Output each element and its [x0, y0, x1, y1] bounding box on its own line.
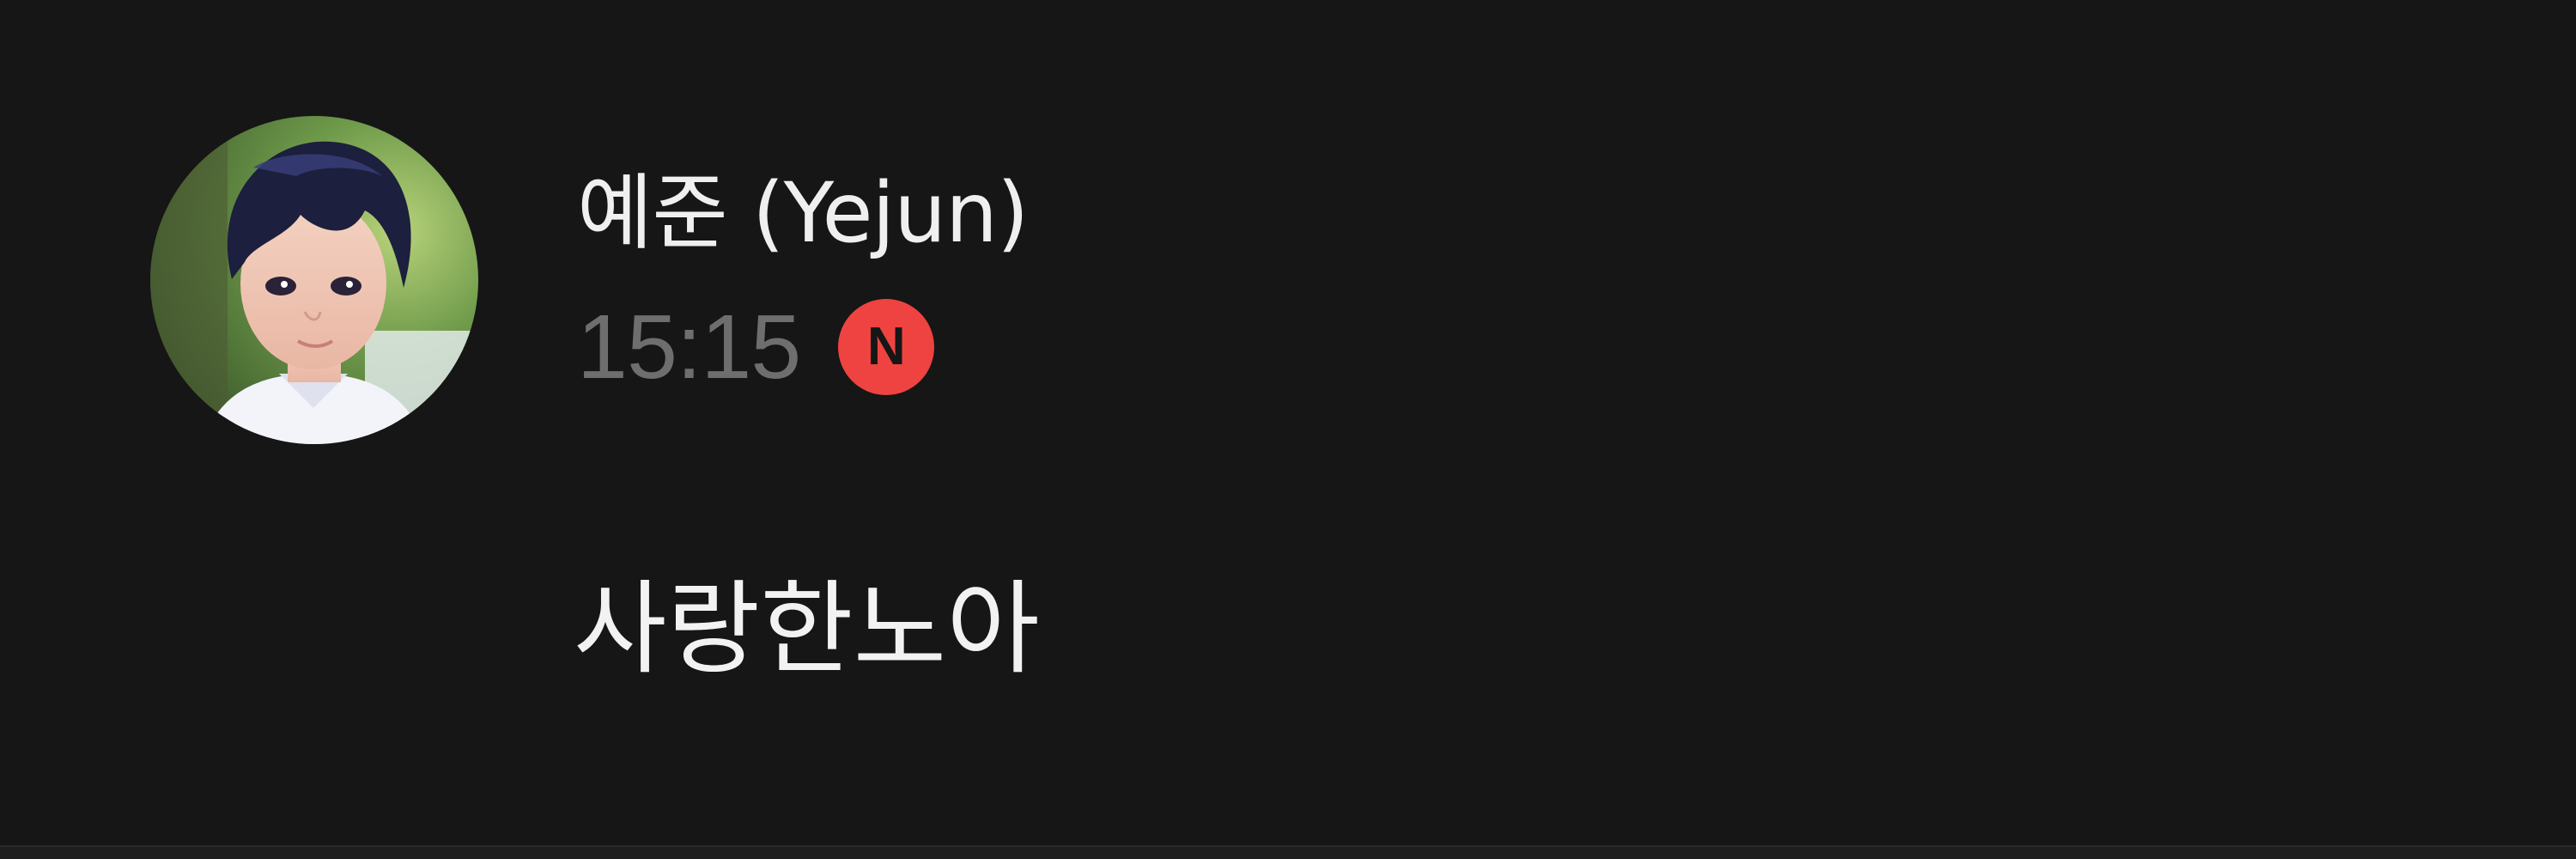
sender-name[interactable]: 예준 (Yejun) — [577, 158, 1029, 268]
avatar-image — [150, 116, 478, 444]
bottom-divider — [0, 845, 2576, 859]
message-meta: 15:15 N — [577, 296, 935, 398]
message-timestamp: 15:15 — [577, 296, 801, 398]
avatar[interactable] — [150, 116, 478, 444]
new-badge: N — [838, 299, 935, 395]
message-text[interactable]: 사랑한노아 — [574, 560, 1040, 698]
message-card: 예준 (Yejun) 15:15 N 사랑한노아 — [0, 0, 2576, 845]
